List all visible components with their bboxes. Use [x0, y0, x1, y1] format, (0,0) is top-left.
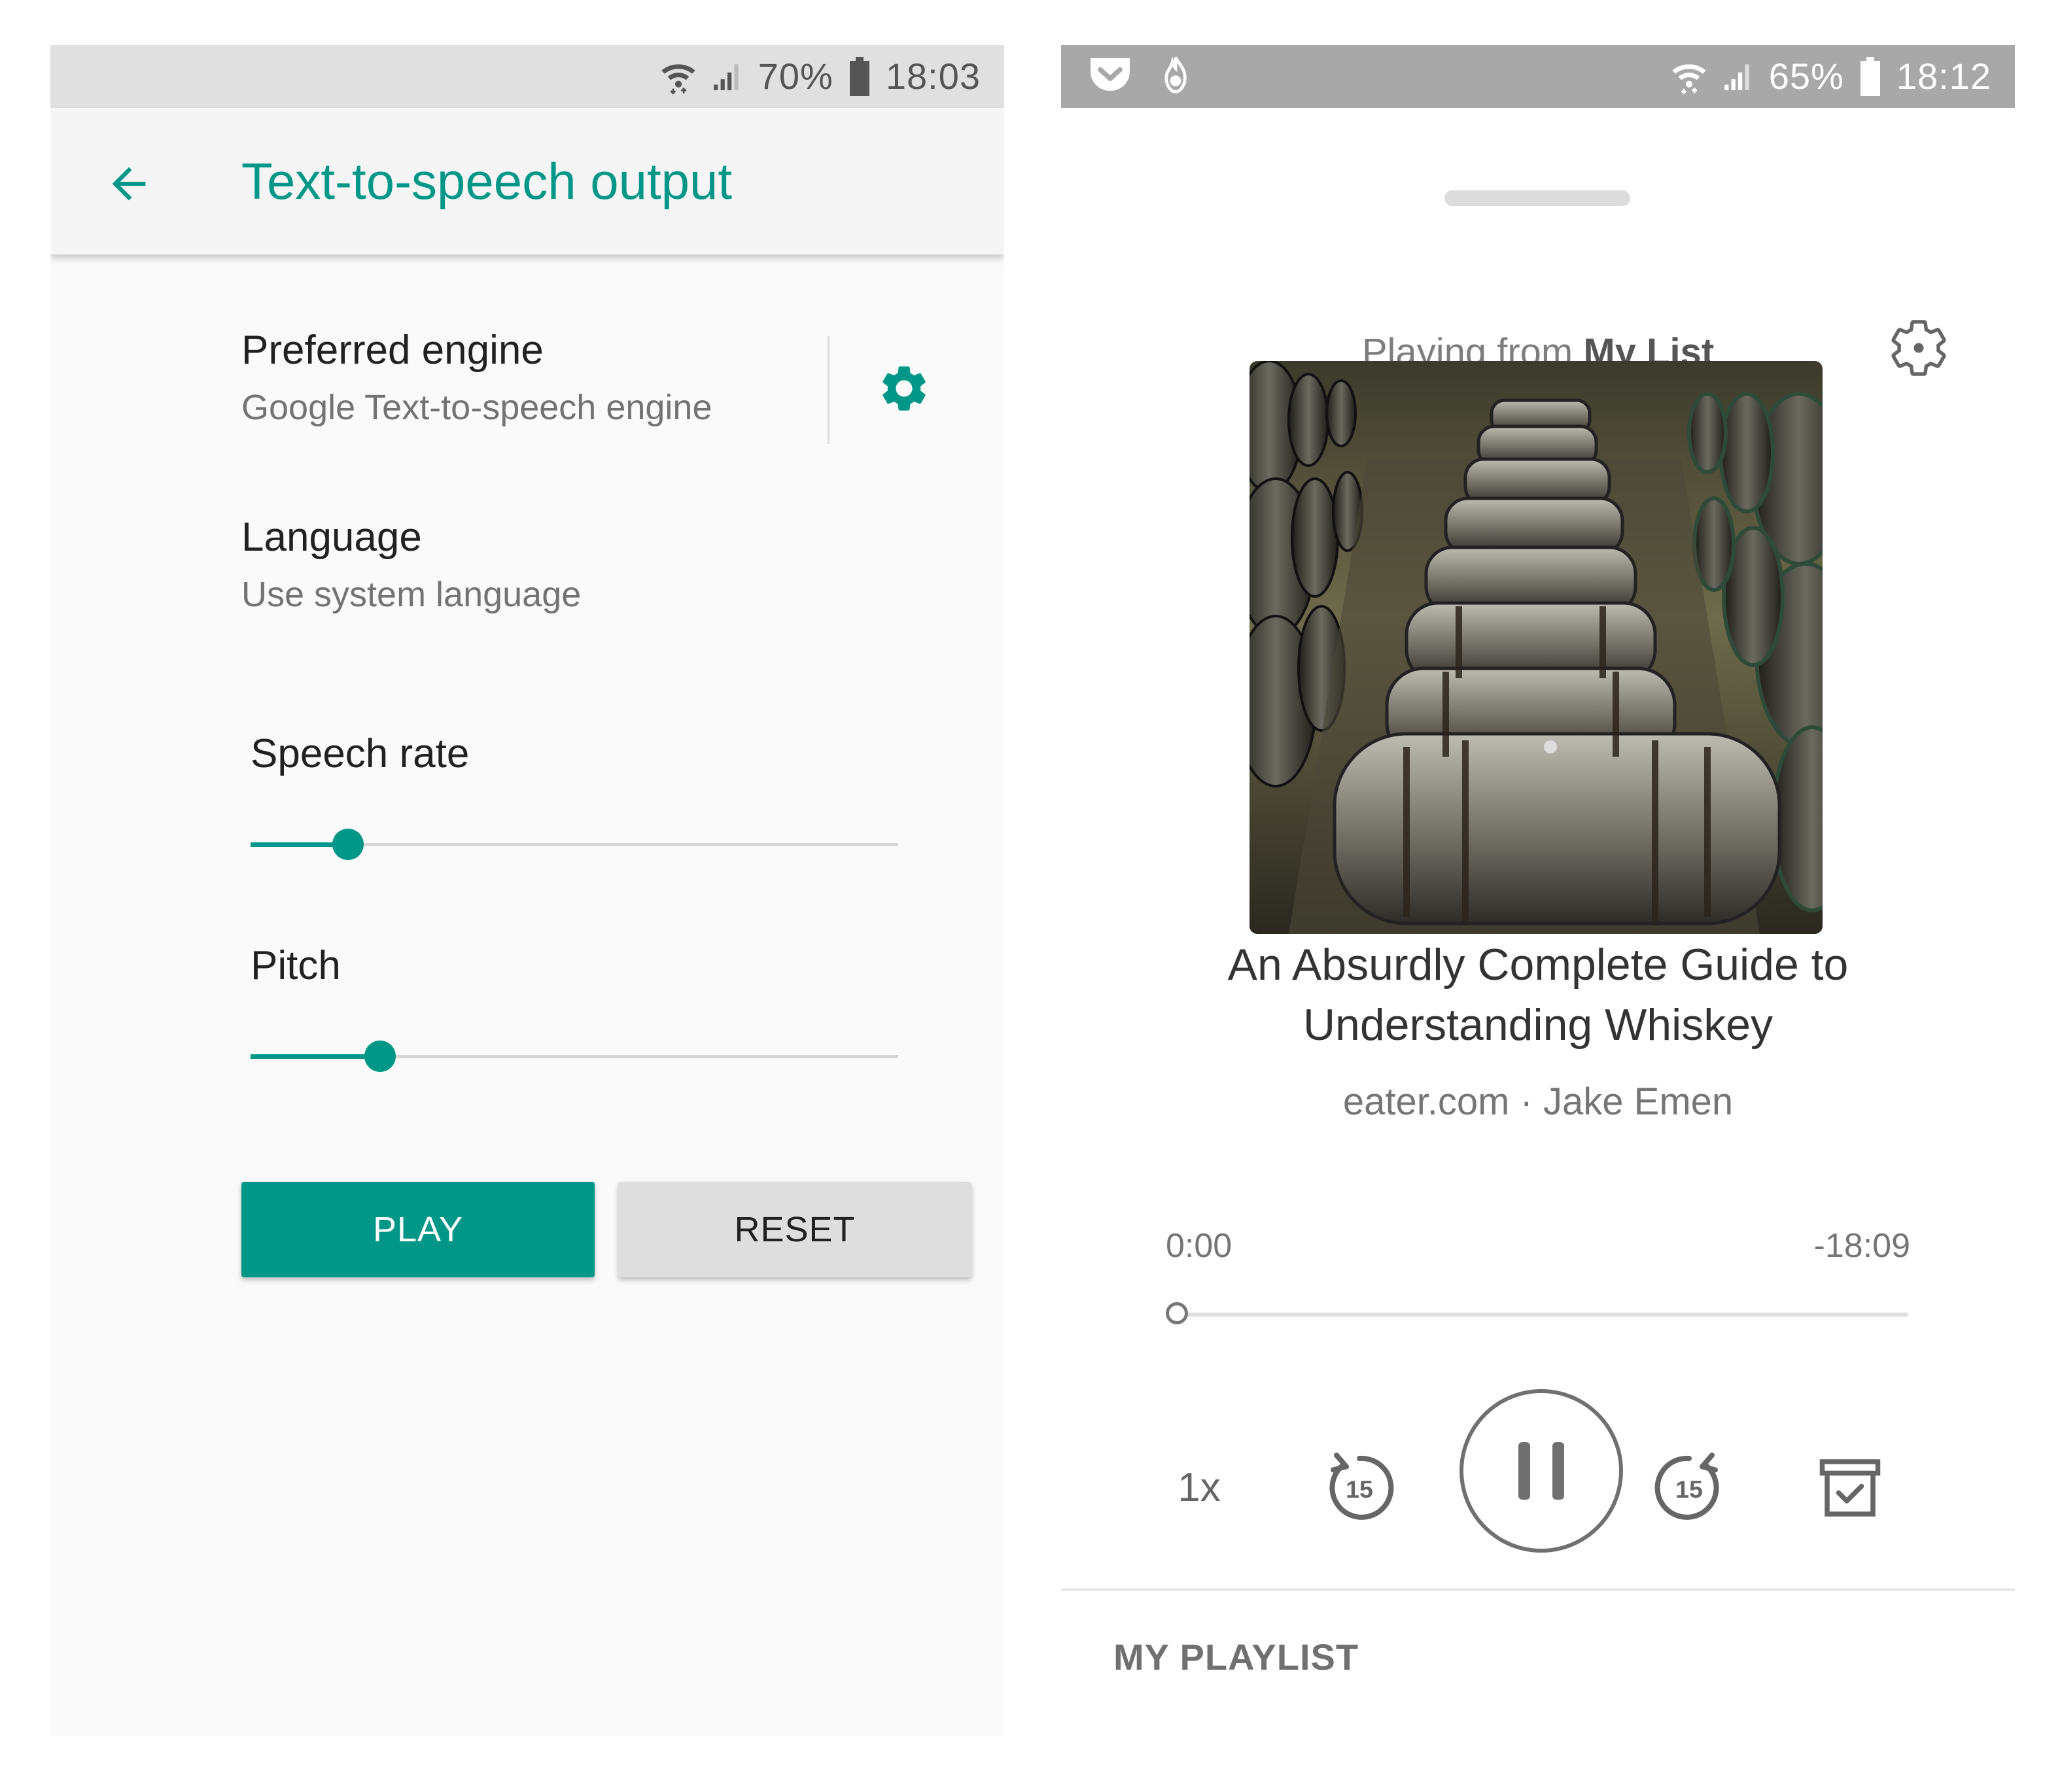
language-title: Language	[241, 515, 422, 560]
preferred-engine-summary: Google Text-to-speech engine	[241, 388, 712, 428]
status-bar: 70% 18:03	[50, 45, 1004, 108]
audio-player-screen: 65% 18:12 Playing from My List An Absurd…	[1061, 45, 2015, 1792]
wifi-icon	[660, 58, 697, 95]
notification-icon	[1159, 54, 1192, 103]
pocket-icon	[1087, 54, 1133, 103]
article-title-line-2: Understanding Whiskey	[1302, 1000, 1774, 1050]
tts-settings-screen: 70% 18:03 Text-to-speech output Preferre…	[50, 45, 1004, 1736]
drag-handle[interactable]	[1444, 190, 1630, 206]
status-icons: 65% 18:12	[1656, 57, 1991, 96]
speech-rate-label: Speech rate	[251, 731, 470, 776]
gear-outline-icon[interactable]	[1883, 312, 1955, 384]
time-elapsed: 0:00	[1166, 1227, 1232, 1265]
preferred-engine-title: Preferred engine	[241, 328, 544, 373]
page-title: Text-to-speech output	[241, 152, 733, 210]
pause-icon	[1518, 1442, 1530, 1500]
pitch-slider[interactable]	[251, 1037, 898, 1076]
time-remaining: -18:09	[1813, 1227, 1910, 1265]
divider	[828, 336, 830, 444]
play-button[interactable]: PLAY	[241, 1182, 595, 1277]
speed-button[interactable]: 1x	[1157, 1445, 1242, 1530]
playback-progress-bar[interactable]	[1166, 1294, 1908, 1334]
archive-icon[interactable]	[1804, 1442, 1896, 1534]
arrow-back-icon[interactable]	[96, 151, 162, 216]
slider-fill	[251, 1054, 380, 1059]
pause-button[interactable]	[1456, 1386, 1626, 1556]
whiskey-barrels-image	[1249, 361, 1823, 934]
pitch-label: Pitch	[251, 943, 341, 988]
my-playlist-header[interactable]: MY PLAYLIST	[1113, 1636, 1359, 1678]
rewind-15-icon[interactable]: 15	[1314, 1442, 1405, 1534]
language-pref[interactable]: Language Use system language	[241, 513, 581, 616]
article-title-line-1: An Absurdly Complete Guide to	[1227, 940, 1849, 990]
divider	[1061, 1589, 2015, 1591]
speech-rate-slider[interactable]	[251, 825, 898, 864]
progress-thumb[interactable]	[1166, 1302, 1188, 1324]
status-bar: 65% 18:12	[1061, 45, 2015, 108]
signal-icon	[711, 60, 744, 93]
language-summary: Use system language	[241, 575, 582, 615]
reset-button[interactable]: RESET	[618, 1182, 971, 1277]
gear-icon[interactable]	[868, 353, 940, 424]
forward-15-icon[interactable]: 15	[1643, 1442, 1735, 1534]
preferred-engine-pref[interactable]: Preferred engine Google Text-to-speech e…	[241, 326, 712, 429]
app-bar: Text-to-speech output	[50, 108, 1004, 254]
notification-area	[1087, 54, 1192, 103]
forward-seconds: 15	[1675, 1475, 1703, 1503]
battery-icon	[1859, 57, 1882, 96]
clock: 18:12	[1896, 56, 1991, 97]
clock: 18:03	[885, 56, 981, 97]
battery-icon	[848, 57, 871, 96]
battery-percent: 70%	[758, 56, 833, 97]
article-title: An Absurdly Complete Guide to Understand…	[1140, 935, 1936, 1055]
signal-icon	[1722, 60, 1755, 93]
progress-track	[1168, 1313, 1908, 1317]
battery-percent: 65%	[1768, 56, 1844, 97]
rewind-seconds: 15	[1346, 1475, 1373, 1503]
article-meta: eater.com · Jake Emen	[1342, 1080, 1734, 1123]
wifi-icon	[1671, 58, 1707, 95]
slider-thumb[interactable]	[364, 1041, 396, 1072]
slider-thumb[interactable]	[332, 829, 364, 860]
